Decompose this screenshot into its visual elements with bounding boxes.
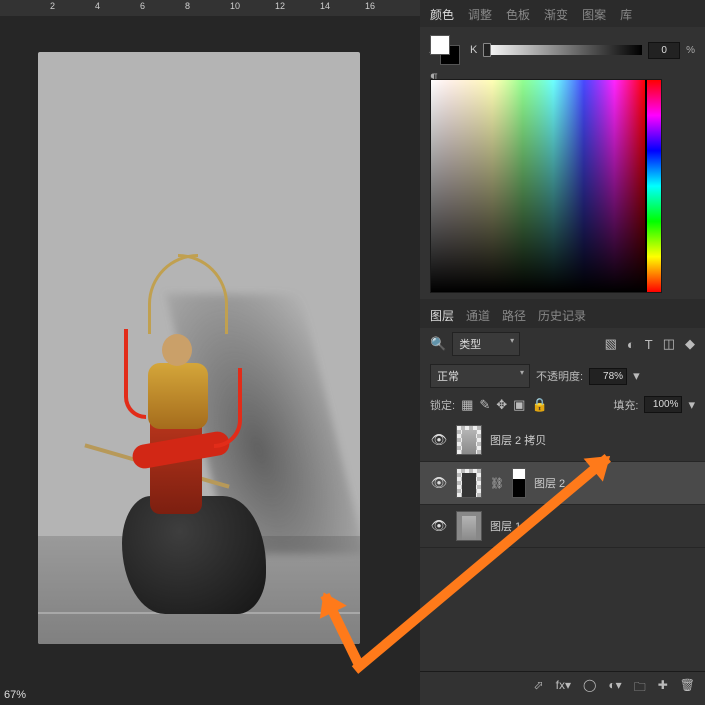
lock-pixels-icon[interactable]: ▦	[461, 397, 473, 413]
lock-label: 锁定:	[430, 397, 455, 413]
tab-history[interactable]: 历史记录	[538, 307, 586, 324]
group-icon[interactable]: 🗀	[634, 678, 646, 699]
add-mask-icon[interactable]: ◯	[583, 678, 596, 699]
layer-row[interactable]: 👁 图层 2 拷贝	[420, 419, 705, 462]
visibility-toggle[interactable]: 👁	[430, 518, 448, 534]
figure	[118, 239, 238, 514]
ruler-tick: 10	[230, 1, 240, 11]
filter-smart-icon[interactable]: ◆	[685, 336, 695, 352]
tab-library[interactable]: 库	[620, 6, 632, 23]
filter-adjust-icon[interactable]: ◐	[627, 337, 635, 352]
ruler-tick: 14	[320, 1, 330, 11]
layer-label[interactable]: 图层 2 拷贝	[490, 432, 546, 448]
filter-shape-icon[interactable]: ◫	[663, 336, 675, 352]
layer-panel-tabs: 图层 通道 路径 历史记录	[420, 299, 705, 328]
ruler-tick: 6	[140, 1, 145, 11]
k-unit: %	[686, 45, 695, 56]
layer-thumb[interactable]	[456, 425, 482, 455]
color-panel-tabs: 颜色 调整 色板 渐变 图案 库	[420, 0, 705, 27]
link-mask-icon[interactable]: ⛓	[490, 477, 504, 490]
filter-image-icon[interactable]: ▧	[605, 336, 617, 352]
tab-gradient[interactable]: 渐变	[544, 6, 568, 23]
fx-icon[interactable]: fx▾	[556, 678, 571, 699]
filter-type-icon[interactable]: T	[645, 337, 653, 352]
layer-filter-type[interactable]: 类型	[452, 332, 520, 356]
layer-mask-thumb[interactable]	[512, 468, 526, 498]
layer-list: 👁 图层 2 拷贝 👁 ⛓ 图层 2 👁 图层 1	[420, 417, 705, 550]
zoom-level[interactable]: 67%	[4, 689, 26, 701]
ruler-tick: 12	[275, 1, 285, 11]
ruler-tick: 2	[50, 1, 55, 11]
k-label: K	[470, 44, 477, 56]
color-picker[interactable]	[430, 79, 662, 293]
delete-layer-icon[interactable]: 🗑	[680, 678, 695, 699]
canvas-area[interactable]: 2 4 6 8 10 12 14 16 67%	[0, 0, 420, 705]
layer-bottom-bar: ⬀ fx▾ ◯ ◐▾ 🗀 ✚ 🗑	[420, 671, 705, 705]
tab-swatch[interactable]: 色板	[506, 6, 530, 23]
opacity-dropdown-icon[interactable]: ▾	[633, 368, 640, 384]
fill-dropdown-icon[interactable]: ▾	[688, 397, 695, 413]
hue-strip[interactable]	[647, 80, 661, 292]
k-value-input[interactable]	[648, 42, 680, 59]
fill-label: 填充:	[613, 397, 638, 413]
ruler-tick: 4	[95, 1, 100, 11]
tab-channels[interactable]: 通道	[466, 307, 490, 324]
lock-position-icon[interactable]: ✥	[496, 397, 507, 413]
tab-adjust[interactable]: 调整	[468, 6, 492, 23]
blend-mode-select[interactable]: 正常	[430, 364, 530, 388]
visibility-toggle[interactable]: 👁	[430, 475, 448, 491]
layer-thumb[interactable]	[456, 468, 482, 498]
tab-layers[interactable]: 图层	[430, 307, 454, 324]
fill-input[interactable]	[644, 396, 682, 413]
fg-bg-swatches[interactable]	[430, 35, 460, 65]
ruler-horizontal[interactable]: 2 4 6 8 10 12 14 16	[0, 0, 420, 16]
ruler-tick: 8	[185, 1, 190, 11]
layer-thumb[interactable]	[456, 511, 482, 541]
layer-row[interactable]: 👁 图层 1	[420, 505, 705, 548]
layer-label[interactable]: 图层 2	[534, 475, 565, 491]
k-slider[interactable]	[483, 45, 642, 55]
lock-brush-icon[interactable]: ✎	[479, 397, 490, 413]
tab-paths[interactable]: 路径	[502, 307, 526, 324]
lock-all-icon[interactable]: 🔒	[531, 397, 547, 413]
search-icon[interactable]: 🔍	[430, 336, 446, 352]
ruler-tick: 16	[365, 1, 375, 11]
fg-color-swatch[interactable]	[430, 35, 450, 55]
visibility-toggle[interactable]: 👁	[430, 432, 448, 448]
tab-color[interactable]: 颜色	[430, 6, 454, 23]
opacity-label: 不透明度:	[536, 368, 583, 384]
lock-artboard-icon[interactable]: ▣	[513, 397, 525, 413]
link-layers-icon[interactable]: ⬀	[534, 678, 544, 699]
document-canvas[interactable]	[38, 52, 360, 644]
adjustment-icon[interactable]: ◐▾	[608, 678, 621, 699]
new-layer-icon[interactable]: ✚	[658, 678, 668, 699]
tab-pattern[interactable]: 图案	[582, 6, 606, 23]
opacity-input[interactable]	[589, 368, 627, 385]
